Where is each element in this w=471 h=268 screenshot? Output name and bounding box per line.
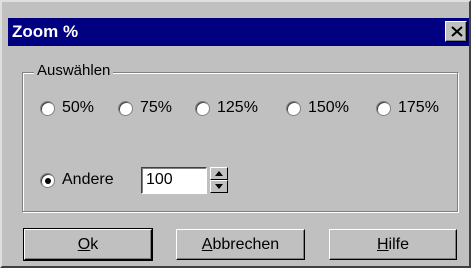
radio-50[interactable]: 50%: [40, 99, 94, 117]
button-label: ilfe: [388, 235, 409, 253]
ok-button[interactable]: Ok: [23, 228, 153, 261]
radio-175[interactable]: 175%: [376, 99, 439, 117]
radio-other[interactable]: Andere: [40, 171, 114, 189]
spin-up-button[interactable]: [210, 167, 228, 180]
radio-75[interactable]: 75%: [118, 99, 172, 117]
spin-down-button[interactable]: [210, 180, 228, 193]
window-title: Zoom %: [12, 22, 79, 41]
arrow-up-icon: [215, 171, 223, 176]
cancel-button[interactable]: Abbrechen: [176, 229, 305, 260]
group-label: Auswählen: [34, 62, 114, 79]
close-icon: [451, 26, 463, 37]
zoom-spinner: [210, 167, 228, 194]
help-button[interactable]: Hilfe: [329, 229, 457, 260]
button-label: bbrechen: [212, 235, 280, 253]
button-label: k: [90, 235, 99, 253]
radio-indicator: [118, 100, 133, 116]
radio-label: 75%: [140, 99, 173, 116]
mnemonic: A: [201, 235, 213, 253]
mnemonic: H: [376, 235, 389, 253]
selection-groupbox: [22, 72, 458, 212]
radio-label: 175%: [398, 99, 439, 116]
radio-label: 150%: [308, 99, 349, 116]
close-button[interactable]: [445, 21, 467, 42]
radio-indicator: [376, 100, 391, 116]
radio-indicator: [286, 100, 301, 116]
radio-indicator: [40, 100, 55, 116]
title-bar[interactable]: Zoom %: [8, 18, 469, 46]
radio-label: 50%: [62, 99, 95, 116]
arrow-down-icon: [215, 184, 223, 189]
radio-label: Andere: [62, 171, 114, 188]
mnemonic: O: [77, 235, 91, 253]
custom-zoom-input[interactable]: 100: [141, 167, 207, 194]
radio-150[interactable]: 150%: [286, 99, 349, 117]
radio-125[interactable]: 125%: [195, 99, 258, 117]
radio-indicator: [40, 172, 55, 188]
radio-indicator: [195, 100, 210, 116]
radio-label: 125%: [217, 99, 258, 116]
